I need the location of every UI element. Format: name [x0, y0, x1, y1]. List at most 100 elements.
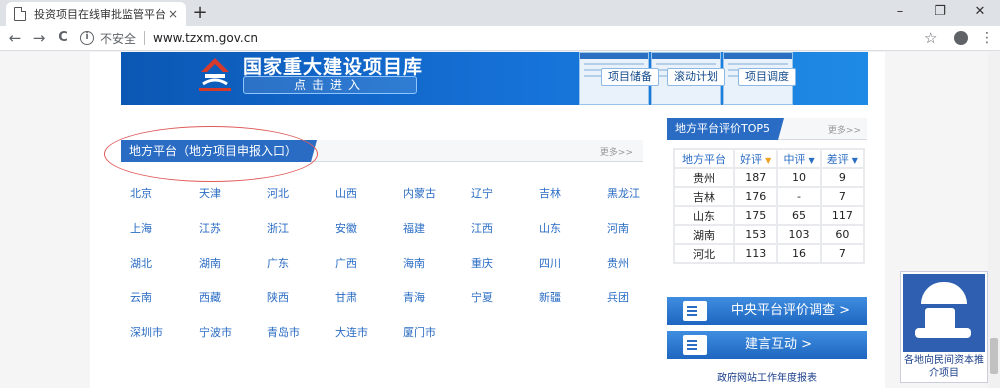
sort-down-icon[interactable]: ▼ — [808, 156, 814, 165]
back-icon[interactable]: ← — [4, 28, 26, 48]
central-survey-button[interactable]: 中央平台评价调查 > — [667, 297, 867, 325]
private-capital-widget[interactable]: 各地向民间资本推介项目 — [900, 271, 988, 383]
region-link[interactable]: 厦门市 — [403, 324, 436, 340]
advice-button[interactable]: 建言互动 > — [667, 331, 867, 359]
rating-table: 地方平台 好评 ▼ 中评 ▼ 差评 ▼ 贵州 187 10 9 吉林 176-7 山东 175 65 1… — [672, 148, 866, 264]
region-link[interactable]: 宁夏 — [471, 289, 493, 305]
region-link[interactable]: 浙江 — [267, 220, 289, 236]
count-cell: 65 — [776, 205, 822, 226]
tile-project-dispatch[interactable]: 项目调度 — [738, 68, 796, 86]
tab-title: 投资项目在线审批监管平台 — [34, 8, 166, 21]
tile-project-reserve[interactable]: 项目储备 — [601, 68, 659, 86]
column-header-sort[interactable]: 好评 ▼ — [733, 148, 779, 169]
security-label: 不安全 — [100, 31, 137, 46]
sort-down-icon[interactable]: ▼ — [852, 156, 858, 165]
count-cell: - — [776, 186, 822, 207]
table-row: 湖南 153 103 60 — [672, 224, 866, 245]
region-link[interactable]: 海南 — [403, 255, 425, 271]
count-cell: 117 — [819, 205, 866, 226]
region-link[interactable]: 福建 — [403, 220, 425, 236]
count-cell: 176 — [733, 186, 779, 207]
region-cell[interactable]: 吉林 — [672, 186, 736, 207]
region-link[interactable]: 内蒙古 — [403, 185, 436, 201]
region-link[interactable]: 重庆 — [471, 255, 493, 271]
region-link[interactable]: 江苏 — [199, 220, 221, 236]
region-cell[interactable]: 贵州 — [672, 167, 736, 188]
project-library-banner[interactable]: 国家重大建设项目库 点击进入 项目储备 滚动计划 项目调度 — [121, 52, 868, 105]
close-window-icon[interactable]: ✕ — [960, 0, 1000, 26]
region-link[interactable]: 兵团 — [607, 289, 629, 305]
sort-down-icon[interactable]: ▼ — [765, 156, 771, 165]
browser-tab[interactable]: 投资项目在线审批监管平台 × — [6, 2, 186, 26]
region-link[interactable]: 山东 — [539, 220, 561, 236]
new-tab-button[interactable]: + — [190, 3, 210, 23]
menu-icon[interactable]: ⋮ — [980, 29, 994, 47]
tile-rolling-plan[interactable]: 滚动计划 — [667, 68, 725, 86]
region-link[interactable]: 天津 — [199, 185, 221, 201]
column-header-sort[interactable]: 中评 ▼ — [776, 148, 822, 169]
table-row: 河北 113 16 7 — [672, 243, 866, 264]
region-link[interactable]: 青海 — [403, 289, 425, 305]
region-link[interactable]: 黑龙江 — [607, 185, 640, 201]
count-cell: 7 — [819, 186, 866, 207]
page-viewport: 国家重大建设项目库 点击进入 项目储备 滚动计划 项目调度 地方平台（地方项目申… — [0, 52, 1000, 388]
region-link[interactable]: 北京 — [130, 185, 152, 201]
region-link[interactable]: 陕西 — [267, 289, 289, 305]
rating-header: 地方平台评价TOP5 更多>> — [667, 118, 867, 140]
reload-icon[interactable]: C — [52, 28, 74, 48]
region-link[interactable]: 河北 — [267, 185, 289, 201]
region-link[interactable]: 安徽 — [335, 220, 357, 236]
browser-toolbar: ← → C i 不安全 www.tzxm.gov.cn ☆ ⋮ — [0, 26, 1000, 51]
region-cell[interactable]: 山东 — [672, 205, 736, 226]
region-link[interactable]: 云南 — [130, 289, 152, 305]
region-link[interactable]: 上海 — [130, 220, 152, 236]
region-link[interactable]: 吉林 — [539, 185, 561, 201]
address-bar[interactable]: i 不安全 www.tzxm.gov.cn — [80, 27, 945, 49]
button-label: 中央平台评价调查 > — [731, 303, 851, 318]
region-link[interactable]: 新疆 — [539, 289, 561, 305]
info-icon[interactable]: i — [80, 31, 94, 45]
region-link[interactable]: 四川 — [539, 255, 561, 271]
region-link[interactable]: 湖南 — [199, 255, 221, 271]
region-link[interactable]: 广西 — [335, 255, 357, 271]
annual-report-link[interactable]: 政府网站工作年度报表 — [717, 369, 817, 384]
region-link[interactable]: 贵州 — [607, 255, 629, 271]
restore-icon[interactable]: ❐ — [920, 0, 960, 26]
column-header: 地方平台 — [672, 148, 736, 169]
close-tab-icon[interactable]: × — [168, 7, 178, 21]
region-link[interactable]: 江西 — [471, 220, 493, 236]
profile-avatar-icon[interactable] — [954, 31, 968, 45]
region-link[interactable]: 深圳市 — [130, 324, 163, 340]
scrollbar-thumb[interactable] — [990, 338, 998, 374]
table-row: 山东 175 65 117 — [672, 205, 866, 226]
bookmark-star-icon[interactable]: ☆ — [924, 29, 937, 47]
enter-button[interactable]: 点击进入 — [243, 76, 417, 94]
region-link[interactable]: 青岛市 — [267, 324, 300, 340]
column-header-sort[interactable]: 差评 ▼ — [819, 148, 866, 169]
count-cell: 187 — [733, 167, 779, 188]
region-cell[interactable]: 湖南 — [672, 224, 736, 245]
table-row: 吉林 176-7 — [672, 186, 866, 207]
region-link[interactable]: 河南 — [607, 220, 629, 236]
rating-top5-panel: 地方平台评价TOP5 更多>> 地方平台 好评 ▼ 中评 ▼ 差评 ▼ 贵州 187 10… — [667, 118, 867, 282]
region-link[interactable]: 广东 — [267, 255, 289, 271]
count-cell: 153 — [733, 224, 779, 245]
region-cell[interactable]: 河北 — [672, 243, 736, 264]
button-label: 建言互动 > — [745, 337, 813, 352]
region-link[interactable]: 宁波市 — [199, 324, 232, 340]
region-link[interactable]: 甘肃 — [335, 289, 357, 305]
region-link[interactable]: 湖北 — [130, 255, 152, 271]
region-link[interactable]: 西藏 — [199, 289, 221, 305]
region-link[interactable]: 大连市 — [335, 324, 368, 340]
url-text[interactable]: www.tzxm.gov.cn — [153, 31, 258, 45]
region-link[interactable]: 山西 — [335, 185, 357, 201]
more-link[interactable]: 更多>> — [600, 145, 633, 158]
minimize-icon[interactable]: – — [880, 0, 920, 26]
scrollbar[interactable] — [988, 52, 1000, 388]
count-cell: 175 — [733, 205, 779, 226]
count-cell: 7 — [819, 243, 866, 264]
forward-icon[interactable]: → — [28, 28, 50, 48]
region-link[interactable]: 辽宁 — [471, 185, 493, 201]
separator — [144, 31, 146, 45]
more-link[interactable]: 更多>> — [828, 123, 861, 136]
